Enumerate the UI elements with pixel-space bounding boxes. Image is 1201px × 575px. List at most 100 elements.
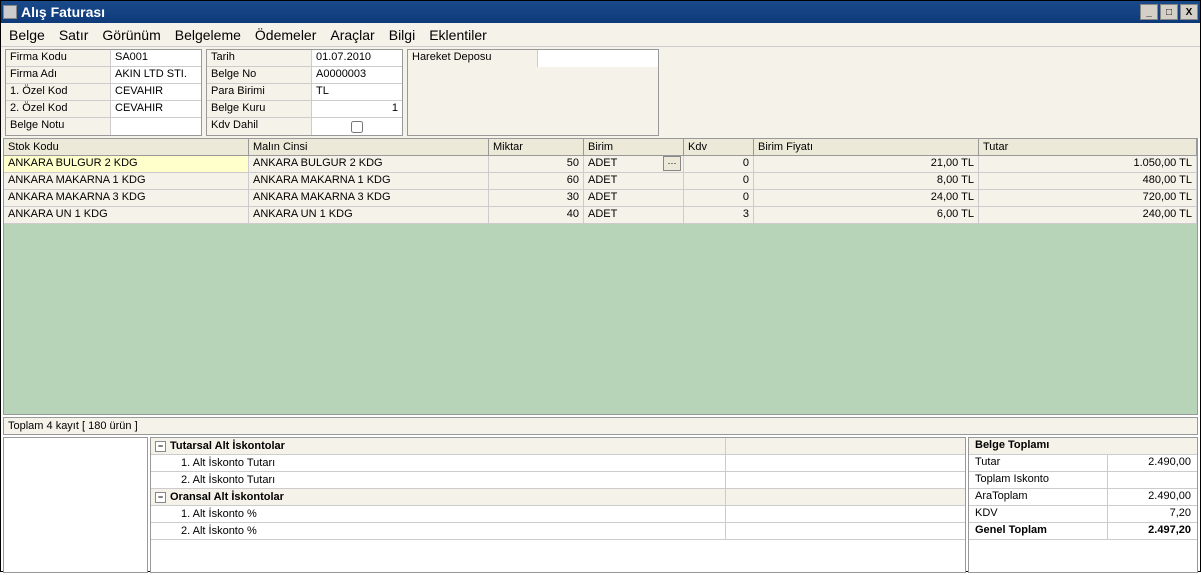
cell-birim[interactable]: ADET [584,173,684,189]
field-value[interactable]: TL [312,84,402,100]
field-label: Para Birimi [207,84,312,100]
cell-fiyat[interactable]: 21,00 TL [754,156,979,172]
menu-belgeleme[interactable]: Belgeleme [175,27,241,43]
table-row[interactable]: ANKARA UN 1 KDGANKARA UN 1 KDG40ADET36,0… [4,207,1197,224]
total-label: KDV [969,506,1107,522]
field-label: Firma Adı [6,67,111,83]
field-value[interactable]: A0000003 [312,67,402,83]
total-label: Toplam Iskonto [969,472,1107,488]
cell-birim[interactable]: ADET [584,190,684,206]
disc-oran-2: 2. Alt İskonto % [151,523,725,539]
col-tutar[interactable]: Tutar [979,139,1197,155]
window-title: Alış Faturası [21,4,1140,20]
discounts-panel: −Tutarsal Alt İskontolar 1. Alt İskonto … [150,437,966,573]
cell-tutar[interactable]: 480,00 TL [979,173,1197,189]
cell-kdv[interactable]: 0 [684,173,754,189]
cell-tutar[interactable]: 240,00 TL [979,207,1197,223]
cell-fiyat[interactable]: 6,00 TL [754,207,979,223]
status-bar: Toplam 4 kayıt [ 180 ürün ] [3,417,1198,435]
field-label: 1. Özel Kod [6,84,111,100]
menu-eklentiler[interactable]: Eklentiler [429,27,487,43]
cell-stok[interactable]: ANKARA MAKARNA 1 KDG [4,173,249,189]
cell-malin[interactable]: ANKARA MAKARNA 1 KDG [249,173,489,189]
cell-miktar[interactable]: 40 [489,207,584,223]
cell-tutar[interactable]: 720,00 TL [979,190,1197,206]
col-malin[interactable]: Malın Cinsi [249,139,489,155]
field-label: Kdv Dahil [207,118,312,135]
cell-fiyat[interactable]: 24,00 TL [754,190,979,206]
cell-malin[interactable]: ANKARA UN 1 KDG [249,207,489,223]
field-value[interactable]: SA001 [111,50,201,66]
menu-odemeler[interactable]: Ödemeler [255,27,316,43]
field-value[interactable]: CEVAHIR [111,84,201,100]
col-birim[interactable]: Birim [584,139,684,155]
menu-araclar[interactable]: Araçlar [330,27,374,43]
birim-lookup-button[interactable]: ⋯ [663,156,681,171]
disc-tutari-2-val[interactable] [725,472,965,488]
total-value: 2.490,00 [1107,455,1197,471]
menu-satir[interactable]: Satır [59,27,89,43]
close-button[interactable]: X [1180,4,1198,20]
field-label: Belge Notu [6,118,111,135]
col-fiyat[interactable]: Birim Fiyatı [754,139,979,155]
field-label: Tarih [207,50,312,66]
menu-gorunum[interactable]: Görünüm [102,27,160,43]
titlebar: Alış Faturası _ □ X [1,1,1200,23]
col-miktar[interactable]: Miktar [489,139,584,155]
menu-belge[interactable]: Belge [9,27,45,43]
cell-kdv[interactable]: 0 [684,156,754,172]
cell-kdv[interactable]: 0 [684,190,754,206]
cell-miktar[interactable]: 30 [489,190,584,206]
cell-miktar[interactable]: 60 [489,173,584,189]
cell-miktar[interactable]: 50 [489,156,584,172]
kdv-dahil-checkbox[interactable] [351,121,363,133]
cell-malin[interactable]: ANKARA BULGUR 2 KDG [249,156,489,172]
field-value[interactable]: 01.07.2010 [312,50,402,66]
header-fields: Firma KoduSA001Firma AdıAKIN LTD STI.1. … [1,47,1200,138]
col-stok[interactable]: Stok Kodu [4,139,249,155]
field-label: Belge No [207,67,312,83]
field-value[interactable]: CEVAHIR [111,101,201,117]
field-value[interactable] [538,50,658,67]
grid-body[interactable]: ANKARA BULGUR 2 KDGANKARA BULGUR 2 KDG50… [3,155,1198,415]
disc-oran-1: 1. Alt İskonto % [151,506,725,522]
field-value[interactable] [111,118,201,135]
disc-oran-1-val[interactable] [725,506,965,522]
minimize-button[interactable]: _ [1140,4,1158,20]
disc-oran-2-val[interactable] [725,523,965,539]
total-value: 2.490,00 [1107,489,1197,505]
table-row[interactable]: ANKARA MAKARNA 3 KDGANKARA MAKARNA 3 KDG… [4,190,1197,207]
cell-malin[interactable]: ANKARA MAKARNA 3 KDG [249,190,489,206]
disc-header-tutarsal: Tutarsal Alt İskontolar [170,440,285,452]
cell-stok[interactable]: ANKARA MAKARNA 3 KDG [4,190,249,206]
field-value[interactable]: 1 [312,101,402,117]
cell-stok[interactable]: ANKARA BULGUR 2 KDG [4,156,249,172]
disc-tutari-1-val[interactable] [725,455,965,471]
bottom-left-panel [3,437,148,573]
table-row[interactable]: ANKARA MAKARNA 1 KDGANKARA MAKARNA 1 KDG… [4,173,1197,190]
cell-tutar[interactable]: 1.050,00 TL [979,156,1197,172]
cell-kdv[interactable]: 3 [684,207,754,223]
app-icon [3,5,17,19]
menu-bilgi[interactable]: Bilgi [389,27,415,43]
grid-header: Stok Kodu Malın Cinsi Miktar Birim Kdv B… [3,138,1198,155]
table-row[interactable]: ANKARA BULGUR 2 KDGANKARA BULGUR 2 KDG50… [4,156,1197,173]
disc-header-oransal: Oransal Alt İskontolar [170,491,284,503]
total-label: Genel Toplam [969,523,1107,539]
totals-panel: Belge ToplamıTutar2.490,00Toplam Iskonto… [968,437,1198,573]
total-label: AraToplam [969,489,1107,505]
maximize-button[interactable]: □ [1160,4,1178,20]
cell-birim[interactable]: ADET [584,207,684,223]
menubar: Belge Satır Görünüm Belgeleme Ödemeler A… [1,23,1200,47]
col-kdv[interactable]: Kdv [684,139,754,155]
cell-birim[interactable]: ADET⋯ [584,156,684,172]
total-value [1107,472,1197,488]
total-value: 2.497,20 [1107,523,1197,539]
field-label: Hareket Deposu [408,50,538,67]
field-value[interactable]: AKIN LTD STI. [111,67,201,83]
collapse-icon[interactable]: − [155,441,166,452]
cell-stok[interactable]: ANKARA UN 1 KDG [4,207,249,223]
collapse-icon[interactable]: − [155,492,166,503]
cell-fiyat[interactable]: 8,00 TL [754,173,979,189]
disc-tutari-2: 2. Alt İskonto Tutarı [151,472,725,488]
